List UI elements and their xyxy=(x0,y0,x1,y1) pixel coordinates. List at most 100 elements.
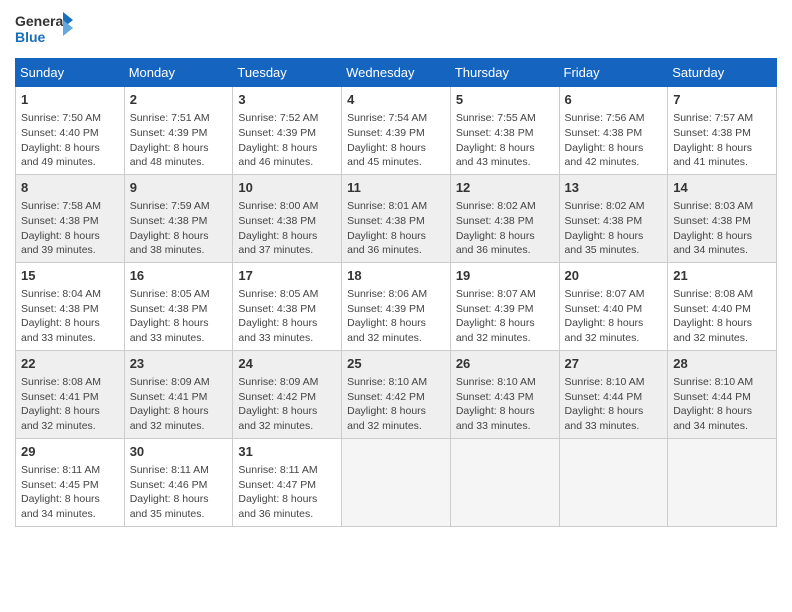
calendar-table: SundayMondayTuesdayWednesdayThursdayFrid… xyxy=(15,58,777,527)
day-info: Sunrise: 7:57 AM Sunset: 4:38 PM Dayligh… xyxy=(673,111,771,170)
calendar-day-cell: 14 Sunrise: 8:03 AM Sunset: 4:38 PM Dayli… xyxy=(668,174,777,262)
calendar-week-row: 29Sunrise: 8:11 AM Sunset: 4:45 PM Dayli… xyxy=(16,438,777,526)
day-info: Sunrise: 8:02 AM Sunset: 4:38 PM Dayligh… xyxy=(456,199,554,258)
calendar-day-cell xyxy=(559,438,668,526)
day-number: 5 xyxy=(456,91,554,109)
day-info: Sunrise: 8:11 AM Sunset: 4:47 PM Dayligh… xyxy=(238,463,336,522)
day-number: 12 xyxy=(456,179,554,197)
day-info: Sunrise: 7:56 AM Sunset: 4:38 PM Dayligh… xyxy=(565,111,663,170)
day-info: Sunrise: 8:05 AM Sunset: 4:38 PM Dayligh… xyxy=(238,287,336,346)
day-number: 1 xyxy=(21,91,119,109)
day-number: 19 xyxy=(456,267,554,285)
calendar-day-cell: 18 Sunrise: 8:06 AM Sunset: 4:39 PM Dayli… xyxy=(342,262,451,350)
calendar-day-cell: 2 Sunrise: 7:51 AM Sunset: 4:39 PM Daylig… xyxy=(124,87,233,175)
calendar-day-cell: 23Sunrise: 8:09 AM Sunset: 4:41 PM Dayli… xyxy=(124,350,233,438)
day-number: 26 xyxy=(456,355,554,373)
calendar-day-cell: 25Sunrise: 8:10 AM Sunset: 4:42 PM Dayli… xyxy=(342,350,451,438)
column-header-sunday: Sunday xyxy=(16,59,125,87)
calendar-day-cell: 22 Sunrise: 8:08 AM Sunset: 4:41 PM Dayli… xyxy=(16,350,125,438)
calendar-day-cell: 16Sunrise: 8:05 AM Sunset: 4:38 PM Dayli… xyxy=(124,262,233,350)
day-info: Sunrise: 7:51 AM Sunset: 4:39 PM Dayligh… xyxy=(130,111,228,170)
header: GeneralBlue xyxy=(15,10,777,50)
calendar-day-cell: 12 Sunrise: 8:02 AM Sunset: 4:38 PM Dayli… xyxy=(450,174,559,262)
column-header-tuesday: Tuesday xyxy=(233,59,342,87)
day-info: Sunrise: 8:08 AM Sunset: 4:40 PM Dayligh… xyxy=(673,287,771,346)
calendar-day-cell: 5 Sunrise: 7:55 AM Sunset: 4:38 PM Daylig… xyxy=(450,87,559,175)
calendar-day-cell: 26 Sunrise: 8:10 AM Sunset: 4:43 PM Dayli… xyxy=(450,350,559,438)
day-number: 30 xyxy=(130,443,228,461)
calendar-day-cell: 19 Sunrise: 8:07 AM Sunset: 4:39 PM Dayli… xyxy=(450,262,559,350)
calendar-day-cell: 27 Sunrise: 8:10 AM Sunset: 4:44 PM Dayli… xyxy=(559,350,668,438)
day-number: 22 xyxy=(21,355,119,373)
calendar-header-row: SundayMondayTuesdayWednesdayThursdayFrid… xyxy=(16,59,777,87)
day-number: 18 xyxy=(347,267,445,285)
day-info: Sunrise: 8:08 AM Sunset: 4:41 PM Dayligh… xyxy=(21,375,119,434)
calendar-day-cell xyxy=(450,438,559,526)
calendar-day-cell: 4 Sunrise: 7:54 AM Sunset: 4:39 PM Daylig… xyxy=(342,87,451,175)
day-info: Sunrise: 8:09 AM Sunset: 4:41 PM Dayligh… xyxy=(130,375,228,434)
day-number: 14 xyxy=(673,179,771,197)
column-header-thursday: Thursday xyxy=(450,59,559,87)
day-info: Sunrise: 8:11 AM Sunset: 4:45 PM Dayligh… xyxy=(21,463,119,522)
calendar-day-cell xyxy=(342,438,451,526)
day-info: Sunrise: 8:02 AM Sunset: 4:38 PM Dayligh… xyxy=(565,199,663,258)
column-header-monday: Monday xyxy=(124,59,233,87)
day-number: 24 xyxy=(238,355,336,373)
calendar-day-cell: 7 Sunrise: 7:57 AM Sunset: 4:38 PM Daylig… xyxy=(668,87,777,175)
day-info: Sunrise: 8:07 AM Sunset: 4:39 PM Dayligh… xyxy=(456,287,554,346)
day-info: Sunrise: 8:09 AM Sunset: 4:42 PM Dayligh… xyxy=(238,375,336,434)
day-info: Sunrise: 8:06 AM Sunset: 4:39 PM Dayligh… xyxy=(347,287,445,346)
calendar-day-cell: 11Sunrise: 8:01 AM Sunset: 4:38 PM Dayli… xyxy=(342,174,451,262)
calendar-day-cell: 9Sunrise: 7:59 AM Sunset: 4:38 PM Daylig… xyxy=(124,174,233,262)
calendar-week-row: 8 Sunrise: 7:58 AM Sunset: 4:38 PM Daylig… xyxy=(16,174,777,262)
day-number: 28 xyxy=(673,355,771,373)
logo: GeneralBlue xyxy=(15,10,75,50)
column-header-friday: Friday xyxy=(559,59,668,87)
calendar-day-cell: 3 Sunrise: 7:52 AM Sunset: 4:39 PM Daylig… xyxy=(233,87,342,175)
calendar-day-cell: 21 Sunrise: 8:08 AM Sunset: 4:40 PM Dayli… xyxy=(668,262,777,350)
calendar-week-row: 15 Sunrise: 8:04 AM Sunset: 4:38 PM Dayli… xyxy=(16,262,777,350)
day-info: Sunrise: 8:10 AM Sunset: 4:44 PM Dayligh… xyxy=(565,375,663,434)
day-info: Sunrise: 7:50 AM Sunset: 4:40 PM Dayligh… xyxy=(21,111,119,170)
day-number: 16 xyxy=(130,267,228,285)
calendar-day-cell: 31 Sunrise: 8:11 AM Sunset: 4:47 PM Dayli… xyxy=(233,438,342,526)
day-info: Sunrise: 7:54 AM Sunset: 4:39 PM Dayligh… xyxy=(347,111,445,170)
calendar-day-cell: 1 Sunrise: 7:50 AM Sunset: 4:40 PM Daylig… xyxy=(16,87,125,175)
column-header-saturday: Saturday xyxy=(668,59,777,87)
calendar-week-row: 1 Sunrise: 7:50 AM Sunset: 4:40 PM Daylig… xyxy=(16,87,777,175)
day-info: Sunrise: 8:11 AM Sunset: 4:46 PM Dayligh… xyxy=(130,463,228,522)
day-info: Sunrise: 7:55 AM Sunset: 4:38 PM Dayligh… xyxy=(456,111,554,170)
day-info: Sunrise: 8:04 AM Sunset: 4:38 PM Dayligh… xyxy=(21,287,119,346)
day-info: Sunrise: 7:52 AM Sunset: 4:39 PM Dayligh… xyxy=(238,111,336,170)
calendar-day-cell: 28 Sunrise: 8:10 AM Sunset: 4:44 PM Dayli… xyxy=(668,350,777,438)
day-number: 13 xyxy=(565,179,663,197)
day-number: 8 xyxy=(21,179,119,197)
day-number: 27 xyxy=(565,355,663,373)
column-header-wednesday: Wednesday xyxy=(342,59,451,87)
day-number: 20 xyxy=(565,267,663,285)
day-number: 3 xyxy=(238,91,336,109)
calendar-day-cell: 29Sunrise: 8:11 AM Sunset: 4:45 PM Dayli… xyxy=(16,438,125,526)
day-number: 6 xyxy=(565,91,663,109)
day-number: 2 xyxy=(130,91,228,109)
day-number: 7 xyxy=(673,91,771,109)
day-number: 31 xyxy=(238,443,336,461)
day-info: Sunrise: 8:03 AM Sunset: 4:38 PM Dayligh… xyxy=(673,199,771,258)
svg-text:General: General xyxy=(15,13,67,29)
calendar-day-cell xyxy=(668,438,777,526)
day-number: 10 xyxy=(238,179,336,197)
day-number: 17 xyxy=(238,267,336,285)
day-number: 15 xyxy=(21,267,119,285)
day-number: 9 xyxy=(130,179,228,197)
day-info: Sunrise: 8:10 AM Sunset: 4:43 PM Dayligh… xyxy=(456,375,554,434)
calendar-day-cell: 20Sunrise: 8:07 AM Sunset: 4:40 PM Dayli… xyxy=(559,262,668,350)
day-number: 21 xyxy=(673,267,771,285)
main-container: GeneralBlue SundayMondayTuesdayWednesday… xyxy=(0,0,792,537)
calendar-week-row: 22 Sunrise: 8:08 AM Sunset: 4:41 PM Dayli… xyxy=(16,350,777,438)
calendar-day-cell: 30 Sunrise: 8:11 AM Sunset: 4:46 PM Dayli… xyxy=(124,438,233,526)
day-info: Sunrise: 7:58 AM Sunset: 4:38 PM Dayligh… xyxy=(21,199,119,258)
calendar-day-cell: 10Sunrise: 8:00 AM Sunset: 4:38 PM Dayli… xyxy=(233,174,342,262)
day-number: 4 xyxy=(347,91,445,109)
calendar-day-cell: 17 Sunrise: 8:05 AM Sunset: 4:38 PM Dayli… xyxy=(233,262,342,350)
day-info: Sunrise: 8:10 AM Sunset: 4:44 PM Dayligh… xyxy=(673,375,771,434)
